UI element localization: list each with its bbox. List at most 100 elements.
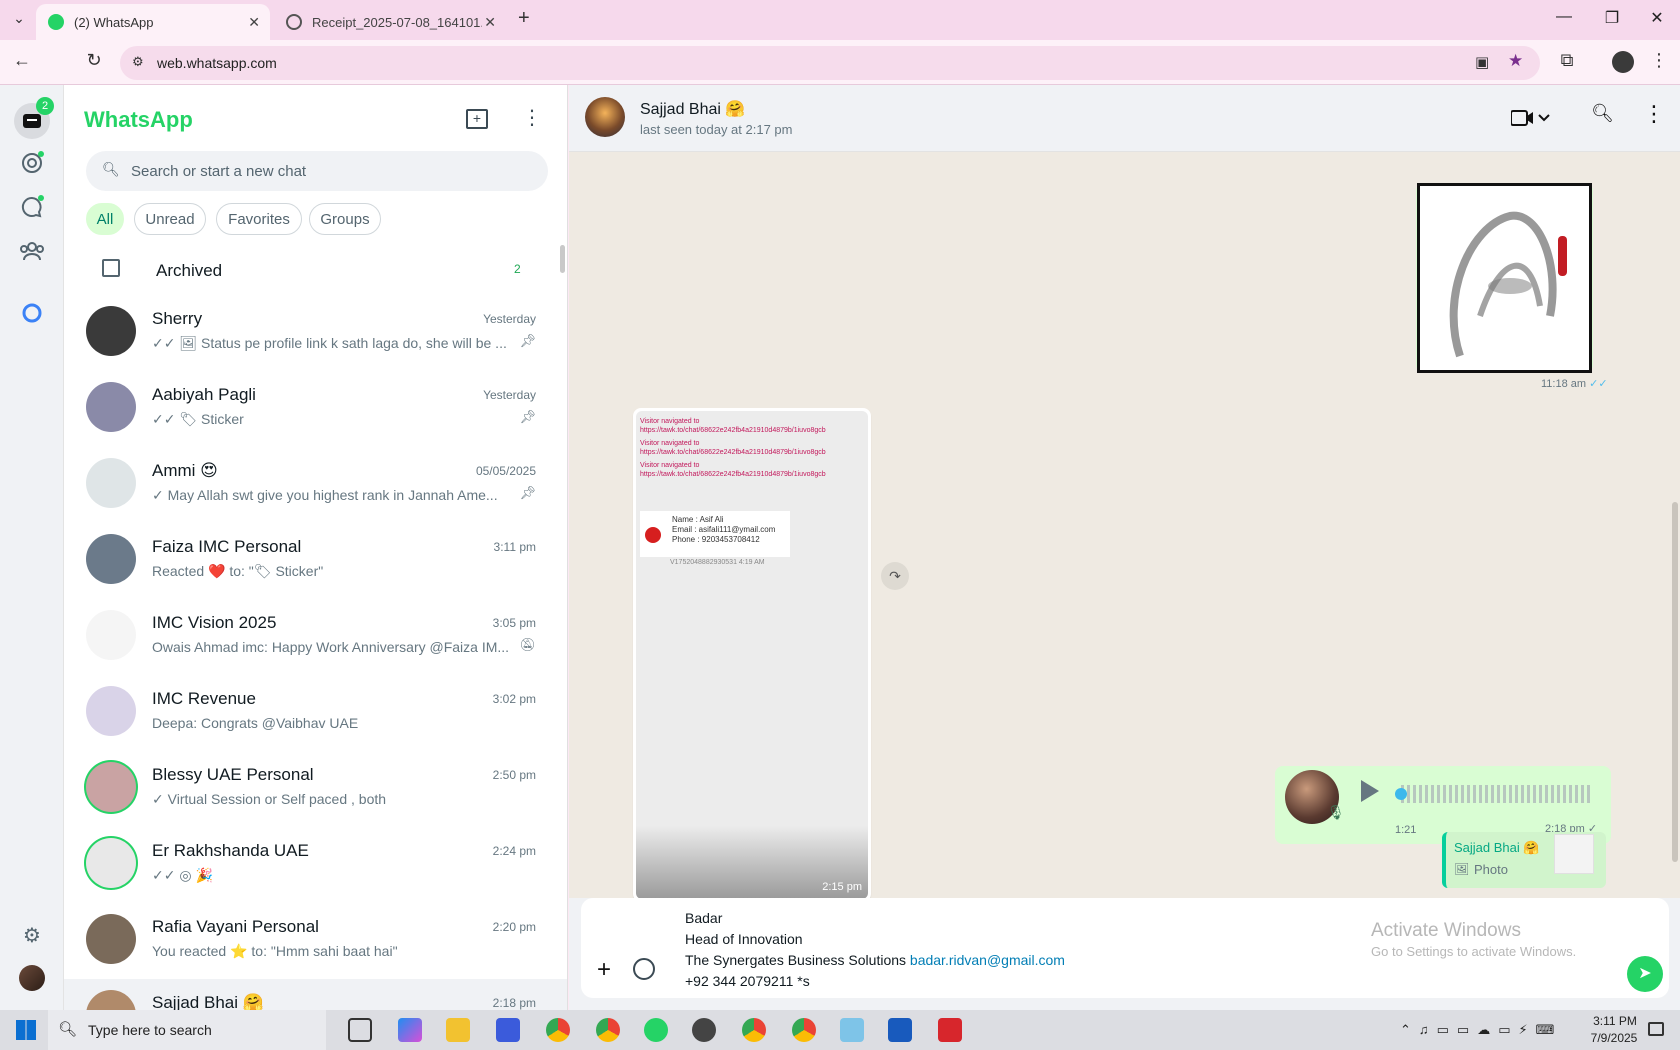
chrome-icon-2[interactable] — [742, 1018, 766, 1042]
chat-row[interactable]: Faiza IMC Personal 3:11 pm Reacted ❤️ to: … — [64, 523, 567, 599]
send-button[interactable]: ➤ — [1627, 956, 1663, 992]
window-close-icon[interactable]: ✕ — [1645, 8, 1669, 28]
back-icon[interactable]: ← — [10, 50, 34, 71]
browser-menu-icon[interactable]: ⋮ — [1647, 50, 1671, 71]
new-chat-icon[interactable]: + — [466, 109, 488, 129]
communities-icon[interactable] — [18, 237, 46, 265]
pin-icon[interactable]: 📌︎ — [519, 409, 536, 425]
reply-label: Photo — [1474, 862, 1508, 877]
acrobat-icon[interactable] — [938, 1018, 962, 1042]
chrome-icon[interactable] — [546, 1018, 570, 1042]
attach-icon[interactable]: + — [597, 956, 611, 984]
start-icon[interactable] — [16, 1020, 36, 1040]
chats-icon[interactable]: 2 — [14, 97, 54, 139]
filter-chip-all[interactable]: All — [86, 203, 124, 235]
mic-icon: 🎙︎ — [1327, 804, 1345, 820]
task-view-icon[interactable] — [348, 1018, 372, 1042]
chat-row[interactable]: IMC Vision 2025 3:05 pm Owais Ahmad imc: H… — [64, 599, 567, 675]
scrollbar-thumb[interactable] — [560, 245, 565, 273]
chat-row[interactable]: Sajjad Bhai 🤗 2:18 pm — [64, 979, 567, 1010]
notepad-icon[interactable] — [840, 1018, 864, 1042]
tab-whatsapp[interactable]: (2) WhatsApp ✕ — [36, 4, 270, 40]
whatsapp-taskbar-icon[interactable] — [644, 1018, 668, 1042]
chrome-icon-3[interactable] — [792, 1018, 816, 1042]
chat-name: IMC Revenue — [152, 689, 256, 708]
file-explorer-icon[interactable] — [446, 1018, 470, 1042]
address-bar[interactable]: ⚙ web.whatsapp.com ▣ ★ — [120, 46, 1540, 80]
bookmark-star-icon[interactable]: ★ — [1508, 51, 1523, 71]
voice-waveform[interactable] — [1401, 785, 1591, 803]
video-call-icon[interactable] — [1510, 109, 1550, 127]
channels-icon[interactable] — [18, 193, 46, 221]
filter-chip-groups[interactable]: Groups — [309, 203, 381, 235]
word-icon[interactable] — [888, 1018, 912, 1042]
chat-search-icon[interactable]: 🔍︎ — [1591, 103, 1614, 124]
chat-name: Sherry — [152, 309, 203, 328]
chat-row[interactable]: Er Rakhshanda UAE 2:24 pm ✓✓ ◎ 🎉 — [64, 827, 567, 903]
chat-row[interactable]: Blessy UAE Personal 2:50 pm ✓ Virtual Sess… — [64, 751, 567, 827]
chat-row[interactable]: Rafia Vayani Personal 2:20 pm You reacted … — [64, 903, 567, 979]
chat-avatar — [86, 534, 136, 584]
chat-avatar — [86, 458, 136, 508]
pin-icon[interactable]: 📌︎ — [519, 333, 536, 349]
notifications-icon[interactable] — [1648, 1022, 1664, 1036]
close-tab-icon[interactable]: ✕ — [484, 14, 496, 31]
archived-row[interactable]: Archived 2 — [64, 247, 567, 293]
restore-icon[interactable]: ❐ — [1600, 8, 1624, 28]
play-icon[interactable] — [1361, 780, 1379, 802]
voice-progress-dot[interactable] — [1395, 788, 1407, 800]
chat-menu-icon[interactable]: ⋮ — [1643, 101, 1665, 127]
settings-icon[interactable]: ⚙ — [18, 921, 46, 949]
conversation-header[interactable]: Sajjad Bhai 🤗 last seen today at 2:17 pm… — [569, 85, 1680, 152]
reload-icon[interactable]: ↻ — [82, 50, 106, 71]
archive-icon — [102, 259, 120, 277]
install-app-icon[interactable]: ▣ — [1475, 53, 1489, 71]
chat-time: 3:02 pm — [492, 692, 536, 706]
chrome-profile-icon[interactable] — [596, 1018, 620, 1042]
chat-avatar — [86, 838, 136, 888]
status-icon[interactable] — [18, 149, 46, 177]
site-info-icon[interactable]: ⚙ — [132, 54, 144, 70]
profile-avatar[interactable] — [1612, 51, 1634, 73]
meta-ai-icon[interactable] — [18, 299, 46, 327]
pin-icon[interactable]: 📌︎ — [519, 485, 536, 501]
composer-email-link[interactable]: badar.ridvan@gmail.com — [910, 952, 1065, 968]
extensions-icon[interactable]: ⧉ — [1555, 50, 1579, 71]
app-icon[interactable] — [496, 1018, 520, 1042]
image-message[interactable]: Visitor navigated to https://tawk.to/cha… — [633, 408, 871, 898]
new-tab-button[interactable]: + — [518, 7, 530, 30]
system-tray-icons[interactable]: ⌃♫▭▭☁▭⚡⌨ — [1400, 1022, 1562, 1038]
forward-icon[interactable]: ↷ — [881, 562, 909, 590]
filter-chip-unread[interactable]: Unread — [134, 203, 206, 235]
minimize-icon[interactable]: — — [1552, 8, 1576, 26]
reply-name: Sajjad Bhai 🤗 — [1454, 840, 1540, 855]
tab-search-button[interactable]: ⌄ — [8, 10, 30, 32]
tab-title: Receipt_2025-07-08_164101.pdf — [312, 14, 482, 30]
search-input[interactable]: 🔍︎ Search or start a new chat — [86, 151, 548, 191]
chat-avatar — [86, 610, 136, 660]
reply-preview[interactable]: Sajjad Bhai 🤗 🖼 Photo — [1442, 832, 1606, 888]
sticker-image[interactable] — [1417, 183, 1592, 373]
clock-app-icon[interactable] — [692, 1018, 716, 1042]
chat-row[interactable]: Sherry Yesterday ✓✓ 🖼 Status pe profile li… — [64, 295, 567, 371]
contact-avatar[interactable] — [585, 97, 625, 137]
chat-row[interactable]: IMC Revenue 3:02 pm Deepa: Congrats @Vaibh… — [64, 675, 567, 751]
chat-time: Yesterday — [483, 388, 536, 402]
tab-receipt[interactable]: Receipt_2025-07-08_164101.pdf ✕ — [274, 4, 506, 40]
close-tab-icon[interactable]: ✕ — [248, 14, 260, 31]
chat-row[interactable]: Aabiyah Pagli Yesterday ✓✓ 🏷 Sticker 📌︎ — [64, 371, 567, 447]
chat-row[interactable]: Ammi 😍 05/05/2025 ✓ May Allah swt give you… — [64, 447, 567, 523]
emoji-sticker-icon[interactable] — [633, 958, 655, 980]
copilot-icon[interactable] — [398, 1018, 422, 1042]
chat-name: Er Rakhshanda UAE — [152, 841, 309, 860]
user-avatar[interactable] — [19, 965, 45, 991]
chat-scrollbar[interactable] — [1672, 502, 1678, 862]
double-check-icon: ✓✓ — [1589, 378, 1608, 390]
search-icon: 🔍︎ — [102, 161, 120, 177]
filter-chip-favorites[interactable]: Favorites — [216, 203, 302, 235]
taskbar-search[interactable]: 🔍︎ Type here to search — [48, 1010, 326, 1050]
message-input[interactable]: Badar Head of Innovation The Synergates … — [581, 898, 1669, 998]
sidebar-menu-icon[interactable]: ⋮ — [522, 105, 542, 130]
conversation-panel[interactable]: 11:18 am ✓✓ Visitor navigated to https:/… — [569, 152, 1680, 898]
image-content: Visitor navigated to https://tawk.to/cha… — [636, 411, 868, 898]
